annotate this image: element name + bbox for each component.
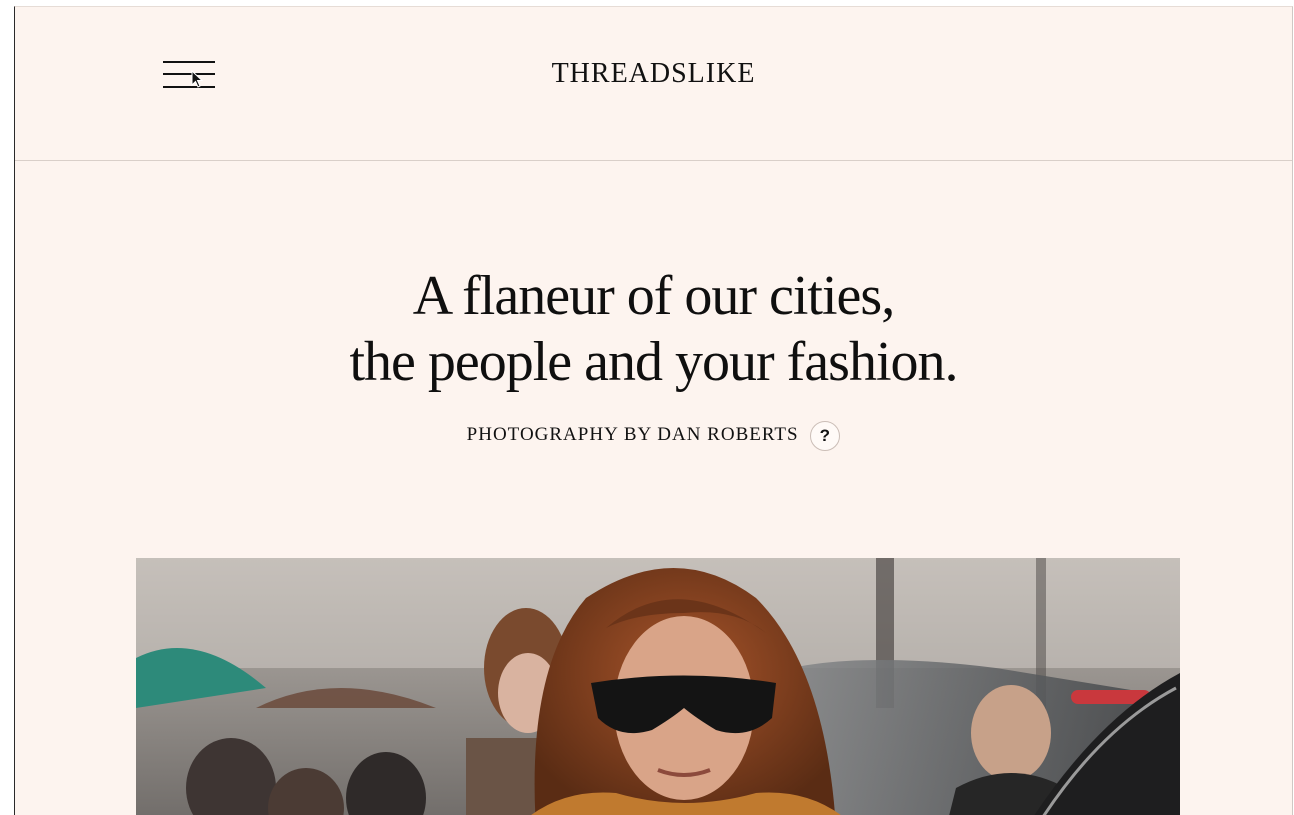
hero-photo xyxy=(136,558,1180,815)
site-logo[interactable]: THREADSLIKE xyxy=(15,57,1292,91)
photography-byline: PHOTOGRAPHY BY DAN ROBERTS ? xyxy=(15,420,1292,451)
hero-title: A flaneur of our cities, the people and … xyxy=(15,263,1292,395)
hero-title-line-2: the people and your fashion. xyxy=(349,331,958,393)
site-header: THREADSLIKE xyxy=(15,7,1292,161)
page-frame: THREADSLIKE A flaneur of our cities, the… xyxy=(14,6,1293,815)
street-fashion-photo xyxy=(136,558,1180,815)
hero-title-line-1: A flaneur of our cities, xyxy=(412,265,895,327)
byline-text: PHOTOGRAPHY BY DAN ROBERTS xyxy=(466,424,799,445)
help-button[interactable]: ? xyxy=(810,420,841,451)
question-mark-icon: ? xyxy=(819,425,832,445)
